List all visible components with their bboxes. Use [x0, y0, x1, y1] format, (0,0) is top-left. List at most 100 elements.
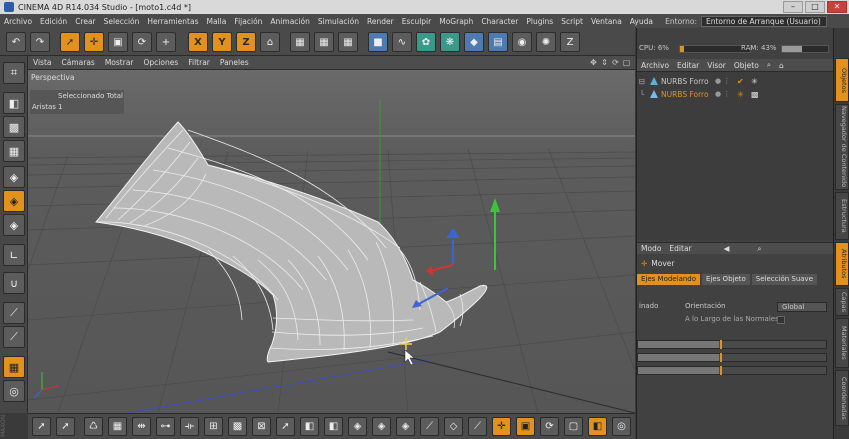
viewport-menu-vista[interactable]: Vista	[28, 58, 57, 67]
rotate-tool-icon[interactable]: ⟳	[540, 417, 559, 436]
render-view-icon[interactable]: ▦	[290, 32, 310, 52]
add-icon[interactable]: +	[156, 32, 176, 52]
attribute-slider[interactable]	[637, 340, 827, 349]
menu-malla[interactable]: Malla	[202, 17, 230, 26]
make-editable-icon[interactable]: ⌗	[3, 62, 25, 84]
menu-crear[interactable]: Crear	[71, 17, 99, 26]
move-icon[interactable]: ✛	[84, 32, 104, 52]
cube-tool-icon[interactable]: ◧	[588, 417, 607, 436]
attribute-slider[interactable]	[637, 366, 827, 375]
arrow-tool-icon[interactable]: ➚	[276, 417, 295, 436]
tab-seleccion-suave[interactable]: Selección Suave	[751, 274, 818, 285]
phong-tag-icon[interactable]: ✳	[751, 77, 758, 86]
menu-script[interactable]: Script	[557, 17, 587, 26]
normals-checkbox[interactable]	[777, 316, 785, 324]
maximize-button[interactable]: □	[805, 1, 825, 13]
menu-animacion[interactable]: Animación	[266, 17, 313, 26]
side-tab-navegador[interactable]: Navegador de Contenido	[835, 104, 849, 190]
camera-icon[interactable]: ◉	[512, 32, 532, 52]
scale-icon[interactable]: ▣	[108, 32, 128, 52]
spline-icon[interactable]: ∿	[392, 32, 412, 52]
lock-icon[interactable]: ◎	[3, 380, 25, 402]
phong-tag-icon[interactable]: ✳	[737, 90, 744, 99]
cube-icon[interactable]: ■	[368, 32, 388, 52]
connect-icon[interactable]: ⊶	[156, 417, 175, 436]
axis-z-icon[interactable]: Z	[236, 32, 256, 52]
list-item[interactable]: ⊟ NURBS Forro ● ⋮ ✔ ✳	[637, 75, 834, 87]
side-tab-capas[interactable]: Capas	[835, 288, 849, 316]
list-item[interactable]: └ NURBS Forro ● ⋮ ✳ ▩	[637, 88, 834, 100]
extrude-icon[interactable]: ▦	[108, 417, 127, 436]
orbit-icon[interactable]: ⟳	[611, 58, 620, 67]
render-picture-viewer-icon[interactable]: ▦	[314, 32, 334, 52]
polygons-mode-icon[interactable]: ◈	[3, 214, 25, 236]
knife-tool-icon[interactable]: ⟋	[420, 417, 439, 436]
scale-tool-icon[interactable]: ▣	[516, 417, 535, 436]
layer-icon[interactable]: ◈	[348, 417, 367, 436]
viewport-menu-mostrar[interactable]: Mostrar	[100, 58, 139, 67]
object-name[interactable]: NURBS Forro	[661, 77, 723, 86]
close-button[interactable]: ✕	[827, 1, 847, 13]
menu-ventana[interactable]: Ventana	[587, 17, 626, 26]
select-arrow-icon[interactable]: ➚	[60, 32, 80, 52]
cube-face-icon[interactable]: ◧	[324, 417, 343, 436]
edges-mode-icon[interactable]: ◈	[3, 190, 25, 212]
om-menu-archivo[interactable]: Archivo	[637, 61, 673, 70]
menu-plugins[interactable]: Plugins	[522, 17, 557, 26]
goz-icon[interactable]: Z	[560, 32, 580, 52]
om-menu-visor[interactable]: Visor	[703, 61, 730, 70]
menu-fijacion[interactable]: Fijación	[230, 17, 266, 26]
box-tool-icon[interactable]: ▢	[564, 417, 583, 436]
side-tab-objetos[interactable]: Objetos	[835, 58, 849, 102]
minimize-button[interactable]: –	[783, 1, 803, 13]
orientation-dropdown[interactable]: Global	[777, 302, 827, 312]
undo-icon[interactable]: ↶	[6, 32, 26, 52]
bevel-icon[interactable]: ◈	[372, 417, 391, 436]
deformer-icon[interactable]: ◆	[464, 32, 484, 52]
menu-ayuda[interactable]: Ayuda	[626, 17, 657, 26]
am-menu-editar[interactable]: Editar	[665, 244, 695, 253]
pan-icon[interactable]: ✥	[589, 58, 598, 67]
side-tab-atributos[interactable]: Atributos	[835, 242, 849, 286]
points-mode-icon[interactable]: ◈	[3, 166, 25, 188]
menu-simulacion[interactable]: Simulación	[314, 17, 363, 26]
nurbs-icon[interactable]: ✿	[416, 32, 436, 52]
live-select-icon[interactable]: ➚	[32, 417, 51, 436]
menu-esculpir[interactable]: Esculpir	[398, 17, 436, 26]
align-icon[interactable]: ⊞	[204, 417, 223, 436]
menu-archivo[interactable]: Archivo	[0, 17, 36, 26]
menu-seleccion[interactable]: Selección	[100, 17, 144, 26]
subdivide-icon[interactable]: ⊠	[252, 417, 271, 436]
am-menu-modo[interactable]: Modo	[637, 244, 665, 253]
axis-y-icon[interactable]: Y	[212, 32, 232, 52]
slide-icon[interactable]: ◇	[444, 417, 463, 436]
viewport-menu-filtrar[interactable]: Filtrar	[183, 58, 215, 67]
tab-ejes-modelando[interactable]: Ejes Modelando	[637, 274, 701, 285]
object-name[interactable]: NURBS Forro	[661, 90, 723, 99]
zoom-icon[interactable]: ⇕	[600, 58, 609, 67]
recycle-icon[interactable]: ♺	[84, 417, 103, 436]
menu-mograph[interactable]: MoGraph	[435, 17, 477, 26]
viewport-3d[interactable]: Perspectiva Seleccionado Total Aristas 1	[28, 70, 635, 413]
viewport-menu-paneles[interactable]: Paneles	[215, 58, 254, 67]
home-icon[interactable]: ⌂	[775, 61, 788, 70]
cube-edge-icon[interactable]: ◧	[300, 417, 319, 436]
magnet-icon[interactable]: ∪	[3, 272, 25, 294]
array-icon[interactable]: ❋	[440, 32, 460, 52]
attribute-slider[interactable]	[637, 353, 827, 362]
axis-x-icon[interactable]: X	[188, 32, 208, 52]
mirror-icon[interactable]: ⟛	[180, 417, 199, 436]
tab-ejes-objeto[interactable]: Ejes Objeto	[702, 274, 750, 285]
menu-render[interactable]: Render	[363, 17, 398, 26]
menu-herramientas[interactable]: Herramientas	[143, 17, 202, 26]
sphere-tool-icon[interactable]: ◎	[612, 417, 631, 436]
floor-icon[interactable]: ▤	[488, 32, 508, 52]
search-icon[interactable]: ⌕	[753, 244, 765, 254]
viewport-menu-camaras[interactable]: Cámaras	[57, 58, 100, 67]
side-tab-materiales[interactable]: Materiales	[835, 318, 849, 368]
side-tab-coordenadas[interactable]: Coordenadas	[835, 370, 849, 426]
render-settings-icon[interactable]: ▦	[338, 32, 358, 52]
menu-character[interactable]: Character	[477, 17, 522, 26]
checker-icon[interactable]: ▩	[228, 417, 247, 436]
move-tool-icon[interactable]: ✛	[492, 417, 511, 436]
